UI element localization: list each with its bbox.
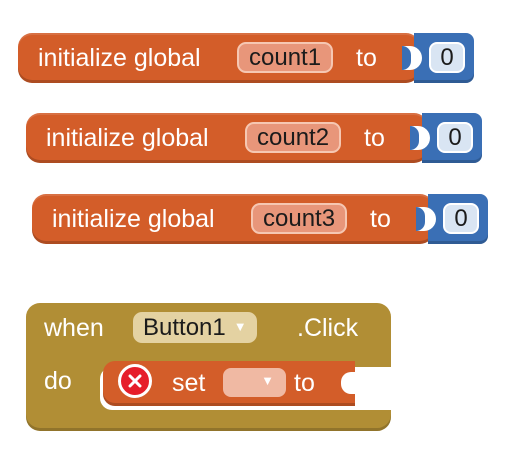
socket-connector — [410, 126, 430, 150]
to-label: to — [364, 124, 385, 152]
component-name: Button1 — [143, 314, 226, 341]
error-icon[interactable] — [118, 364, 152, 398]
initialize-global-block-count2[interactable]: initialize global count2 to — [26, 113, 428, 163]
when-label: when — [44, 314, 104, 342]
number-block[interactable]: 0 — [410, 113, 482, 163]
initialize-global-label: initialize global — [38, 44, 201, 72]
initialize-global-label: initialize global — [52, 205, 215, 233]
initialize-global-label: initialize global — [46, 124, 209, 152]
variable-name-field[interactable]: count3 — [251, 203, 348, 234]
initialize-global-block-count1[interactable]: initialize global count1 to — [18, 33, 420, 83]
component-dropdown[interactable]: Button1 ▼ — [133, 312, 257, 343]
empty-value-socket[interactable] — [341, 372, 355, 394]
variable-name-field[interactable]: count2 — [245, 122, 342, 153]
number-field[interactable]: 0 — [437, 122, 473, 153]
number-field[interactable]: 0 — [429, 42, 465, 73]
variable-dropdown[interactable]: ▼ — [223, 368, 286, 397]
dropdown-arrow-icon: ▼ — [261, 373, 274, 389]
initialize-global-block-count3[interactable]: initialize global count3 to — [32, 194, 434, 244]
number-block[interactable]: 0 — [416, 194, 488, 244]
to-label: to — [370, 205, 391, 233]
to-label: to — [294, 369, 315, 397]
variable-name-field[interactable]: count1 — [237, 42, 334, 73]
dropdown-arrow-icon: ▼ — [233, 319, 247, 335]
event-name-label: .Click — [297, 314, 359, 342]
to-label: to — [356, 44, 377, 72]
set-label: set — [172, 369, 206, 397]
socket-connector — [416, 207, 436, 231]
number-field[interactable]: 0 — [443, 203, 479, 234]
x-mark-icon — [128, 374, 142, 388]
number-block[interactable]: 0 — [402, 33, 474, 83]
do-label: do — [44, 367, 72, 395]
socket-connector — [402, 46, 422, 70]
